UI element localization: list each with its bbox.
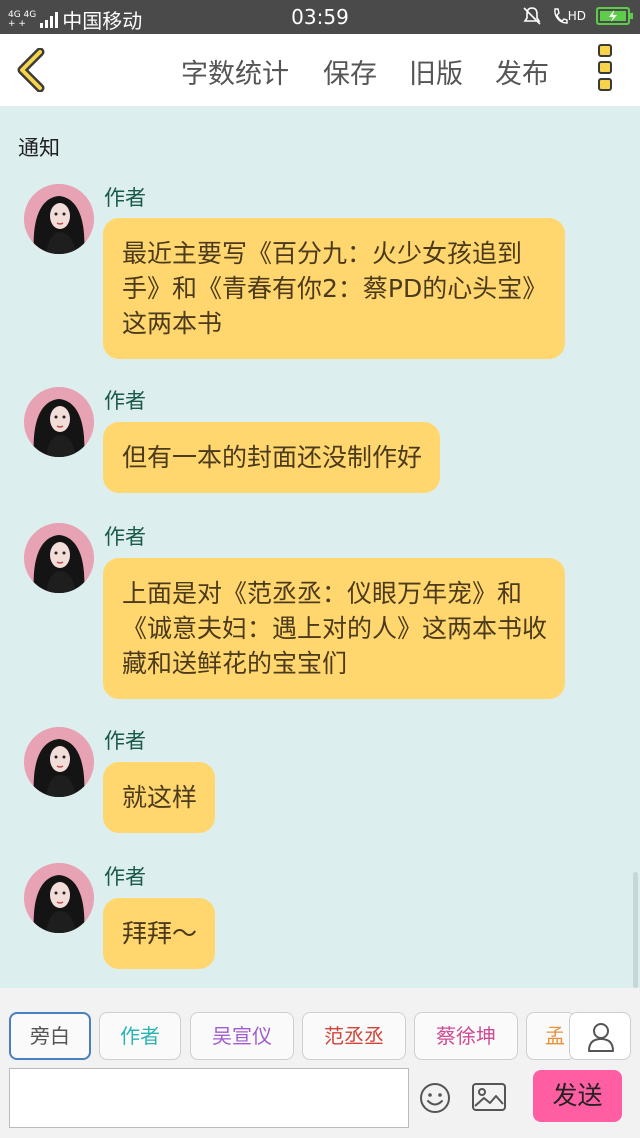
role-chip-label: 旁白 [30,1024,70,1048]
author-name: 作者 [104,186,146,210]
role-chip-narrator[interactable]: 旁白 [9,1012,91,1060]
author-avatar[interactable] [24,727,94,797]
author-avatar[interactable] [24,523,94,593]
author-name: 作者 [104,525,146,549]
message-input[interactable] [9,1068,409,1128]
save-button[interactable]: 保存 [323,52,377,91]
chat-scrollbar[interactable] [633,872,638,988]
send-button[interactable]: 发送 [533,1070,622,1122]
message-bubble[interactable]: 就这样 [103,762,216,833]
more-dot-icon [598,78,612,91]
hd-call-icon [553,8,568,24]
old-version-button[interactable]: 旧版 [409,52,463,91]
author-avatar[interactable] [24,387,94,457]
silent-bell-icon [523,7,541,25]
more-menu-button[interactable] [596,44,614,96]
insert-image-button[interactable] [471,1082,507,1112]
image-icon [472,1083,506,1111]
role-chip-author[interactable]: 作者 [99,1012,181,1060]
emoji-button[interactable] [419,1082,451,1114]
back-button[interactable] [14,47,54,93]
word-count-button[interactable]: 字数统计 [181,52,289,91]
role-chip-label: 孟 [545,1024,565,1048]
author-avatar[interactable] [24,184,94,254]
composer-panel: 旁白 作者 吴宣仪 范丞丞 蔡徐坤 孟 发送 [0,988,640,1138]
hd-label: HD [567,9,586,23]
author-name: 作者 [104,389,146,413]
role-chip-label: 吴宣仪 [212,1024,272,1048]
more-dot-icon [598,61,612,74]
role-chip-cai-xukun[interactable]: 蔡徐坤 [414,1012,518,1060]
role-chip-fan-chengcheng[interactable]: 范丞丞 [302,1012,406,1060]
more-dot-icon [598,44,612,57]
author-avatar[interactable] [24,863,94,933]
role-chip-label: 作者 [120,1024,160,1048]
back-arrow-icon [17,47,45,93]
role-chip-label: 蔡徐坤 [436,1024,496,1048]
status-bar: 4G 4G + + 中国移动 03:59 HD [0,0,640,34]
message-bubble[interactable]: 最近主要写《百分九：火少女孩追到手》和《青春有你2：蔡PD的心头宝》这两本书 [103,218,565,359]
role-chip-wu-xuanyi[interactable]: 吴宣仪 [190,1012,294,1060]
message-bubble[interactable]: 但有一本的封面还没制作好 [103,422,441,493]
author-name: 作者 [104,729,146,753]
author-name: 作者 [104,865,146,889]
message-bubble[interactable]: 上面是对《范丞丞：仪眼万年宠》和《诚意夫妇：遇上对的人》这两本书收藏和送鲜花的宝… [103,558,565,699]
user-icon [588,1023,614,1052]
toolbar: 字数统计 保存 旧版 发布 [0,34,640,106]
role-chip-label: 范丞丞 [324,1024,384,1048]
publish-button[interactable]: 发布 [495,52,549,91]
battery-icon [596,7,633,25]
message-bubble[interactable]: 拜拜～ [103,898,216,969]
add-role-button[interactable] [569,1012,631,1060]
notice-label: 通知 [18,136,60,160]
smiley-icon [420,1083,450,1113]
